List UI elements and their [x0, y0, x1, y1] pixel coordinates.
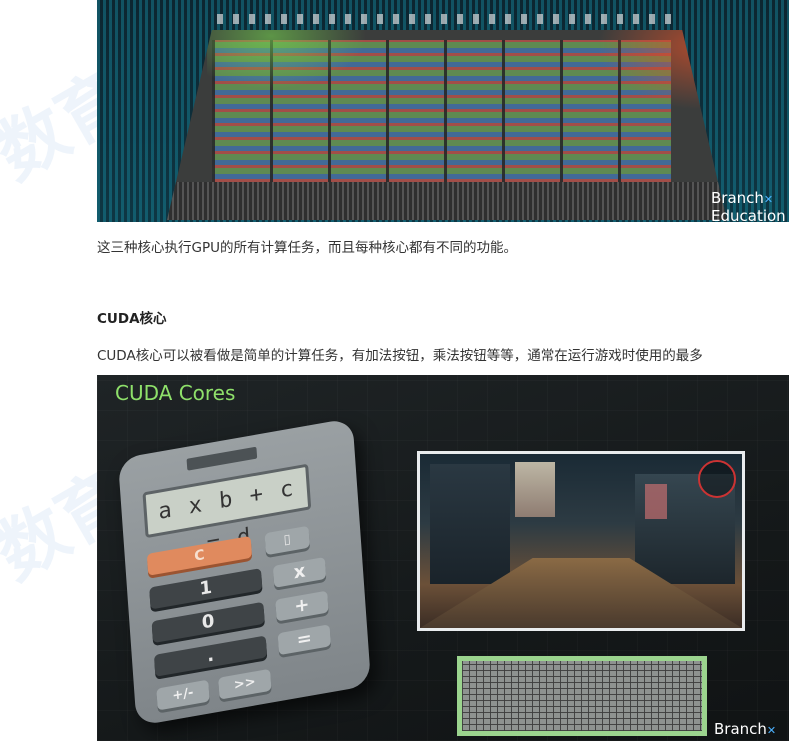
gpu-solder-bumps	[217, 14, 677, 24]
gpu-die	[167, 30, 727, 220]
chip-die-closeup	[457, 656, 707, 736]
paragraph: 这三种核心执行GPU的所有计算任务，而且每种核心都有不同的功能。	[97, 240, 517, 256]
calculator-key: C	[146, 535, 253, 576]
calculator-key: =	[277, 624, 332, 656]
calculator-solar-panel	[186, 446, 258, 471]
section-heading: CUDA核心	[97, 311, 167, 327]
gpu-die-base	[167, 182, 727, 220]
calculator-key: .	[153, 635, 268, 677]
branch-education-logo: Branch✕	[714, 720, 777, 738]
calculator-key: 1	[149, 568, 263, 610]
cuda-cores-image: CUDA Cores a x b + c = d C ▯ 1 x 0 + . =…	[97, 375, 789, 741]
calculator-key-blank: ▯	[264, 525, 310, 556]
game-neon-sign	[645, 484, 667, 519]
calculator-key: 0	[151, 601, 265, 644]
figure-title: CUDA Cores	[115, 381, 236, 405]
calculator-key: x	[272, 556, 327, 588]
branch-education-logo: Branch✕ Education	[711, 189, 786, 222]
game-minimap	[698, 460, 736, 498]
gpu-die-image: Branch✕ Education	[97, 0, 789, 222]
paragraph: CUDA核心可以被看做是简单的计算任务，有加法按钮，乘法按钮等等，通常在运行游戏…	[97, 348, 703, 364]
game-screenshot	[417, 451, 745, 631]
calculator-key: >>	[218, 668, 272, 700]
calculator-key: +/-	[156, 679, 210, 711]
gpu-glow-green	[207, 30, 367, 90]
calculator-display: a x b + c = d	[142, 463, 312, 556]
game-building	[430, 464, 510, 584]
calculator-key: +	[275, 590, 329, 622]
calculator-illustration: a x b + c = d C ▯ 1 x 0 + . = +/- >>	[117, 417, 372, 727]
game-billboard	[515, 462, 555, 517]
chip-circuitry	[462, 661, 702, 731]
